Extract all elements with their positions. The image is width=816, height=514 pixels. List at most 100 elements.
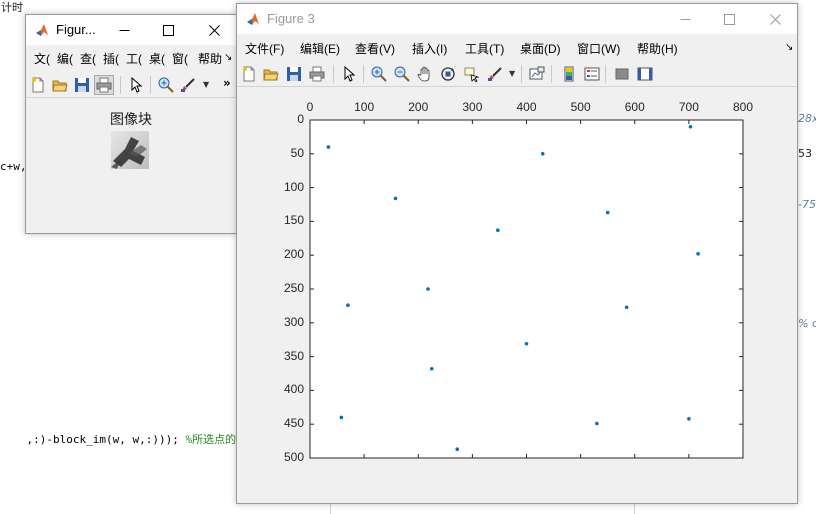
menu-dock-arrow[interactable]: ↘	[224, 52, 232, 63]
legend-button[interactable]	[582, 64, 602, 84]
colorbar-button[interactable]	[559, 64, 579, 84]
workspace-value: 28x3	[798, 112, 816, 125]
print-button[interactable]	[307, 64, 327, 84]
code-line[interactable]: ,:)-block_im(w, w,:))); %所选点的	[0, 418, 237, 460]
show-tools-icon	[637, 67, 653, 81]
menu-insert[interactable]: 插入(I)	[412, 40, 447, 57]
window-title: Figur...	[56, 22, 96, 37]
menu-edit[interactable]: 编辑(E)	[300, 40, 340, 57]
data-cursor-icon	[464, 67, 479, 82]
scatter-plot[interactable]	[237, 88, 797, 503]
y-tick-label: 0	[297, 112, 304, 126]
pointer-arrow-icon	[344, 66, 356, 82]
menu-window[interactable]: 窗(	[172, 50, 188, 67]
open-file-button[interactable]	[261, 64, 281, 84]
data-point	[455, 447, 460, 452]
brush-icon	[488, 67, 502, 81]
x-tick-label: 500	[570, 100, 591, 114]
data-point	[393, 196, 398, 201]
toolbar-separator	[521, 65, 522, 83]
brush-button[interactable]	[485, 64, 505, 84]
figure-3-window[interactable]: Figure 3 文件(F) 编辑(E) 查看(V) 插入(I) 工具(T) 桌…	[236, 3, 798, 504]
menu-help[interactable]: 帮助(H)	[637, 40, 678, 57]
code-comment: %所选点的	[185, 433, 237, 446]
hide-plot-tools-button[interactable]	[612, 64, 632, 84]
matlab-logo-icon	[247, 13, 259, 25]
menu-desktop[interactable]: 桌(	[149, 50, 165, 67]
x-tick-label: 800	[732, 100, 754, 114]
pan-button[interactable]	[415, 64, 435, 84]
pan-hand-icon	[417, 66, 430, 82]
hide-tools-icon	[615, 68, 629, 80]
zoom-in-icon	[371, 66, 387, 82]
show-plot-tools-button[interactable]	[635, 64, 655, 84]
x-tick-label: 100	[354, 100, 375, 114]
toolbar-separator	[333, 65, 334, 83]
menu-window[interactable]: 窗口(W)	[577, 40, 620, 57]
title-bar[interactable]: Figur...	[26, 15, 236, 45]
close-button[interactable]	[753, 4, 797, 34]
y-tick-label: 150	[283, 213, 304, 228]
title-bar[interactable]: Figure 3	[237, 4, 797, 34]
select-arrow-button[interactable]	[126, 75, 146, 95]
menu-dock-arrow[interactable]: ↘	[785, 42, 793, 53]
zoom-in-button[interactable]	[156, 75, 176, 95]
x-tick-label: 600	[624, 100, 645, 114]
new-figure-button[interactable]	[239, 64, 259, 84]
print-button[interactable]	[94, 75, 114, 95]
workspace-value: % do	[798, 317, 816, 330]
open-folder-icon	[52, 80, 68, 92]
select-arrow-button[interactable]	[339, 64, 359, 84]
editor-tab-label[interactable]: 计时	[0, 0, 23, 16]
y-tick-label: 250	[283, 281, 304, 295]
menu-file[interactable]: 文件(F)	[245, 40, 284, 57]
maximize-button[interactable]	[146, 15, 190, 45]
menu-bar: 文件(F) 编辑(E) 查看(V) 插入(I) 工具(T) 桌面(D) 窗口(W…	[237, 36, 797, 60]
axes-box	[309, 119, 744, 459]
data-point	[595, 421, 599, 426]
data-point	[687, 416, 691, 421]
save-button[interactable]	[72, 75, 92, 95]
data-point	[688, 124, 693, 129]
maximize-icon	[162, 24, 174, 36]
brush-dropdown-icon[interactable]: ▼	[509, 69, 515, 78]
brush-dropdown-icon[interactable]: ▼	[203, 80, 209, 89]
brush-button[interactable]	[178, 75, 198, 95]
menu-insert[interactable]: 插(	[103, 50, 119, 67]
y-tick-label: 100	[283, 179, 304, 194]
save-icon	[287, 67, 301, 81]
image-axes-title: 图像块	[110, 112, 152, 128]
data-point	[624, 305, 629, 310]
new-figure-button[interactable]	[28, 75, 48, 95]
data-point	[524, 341, 529, 346]
minimize-button[interactable]	[663, 4, 707, 34]
save-button[interactable]	[284, 64, 304, 84]
data-point	[346, 303, 350, 308]
minimize-button[interactable]	[102, 15, 146, 45]
data-cursor-button[interactable]	[461, 64, 481, 84]
menu-edit[interactable]: 编(	[57, 50, 73, 67]
link-plot-button[interactable]	[527, 64, 547, 84]
menu-tools[interactable]: 工(	[126, 50, 142, 67]
menu-view[interactable]: 查看(V)	[355, 40, 395, 57]
menu-file[interactable]: 文(	[34, 50, 50, 67]
close-button[interactable]	[192, 15, 236, 45]
open-file-button[interactable]	[50, 75, 70, 95]
zoom-out-button[interactable]	[392, 64, 412, 84]
menu-tools[interactable]: 工具(T)	[465, 40, 504, 57]
small-figure-window[interactable]: Figur... 文( 编( 查( 插( 工( 桌( 窗( 帮助 ↘ ▼ » 图…	[25, 14, 237, 234]
rotate-3d-button[interactable]	[438, 64, 458, 84]
legend-icon	[584, 67, 600, 81]
link-plot-icon	[529, 66, 545, 80]
toolbar-overflow-icon[interactable]: »	[223, 76, 231, 90]
code-line[interactable]: c+w,	[0, 160, 27, 173]
y-tick-label: 500	[283, 450, 304, 464]
maximize-button[interactable]	[707, 4, 751, 34]
brush-icon	[181, 78, 195, 92]
menu-help[interactable]: 帮助	[198, 50, 222, 67]
zoom-in-button[interactable]	[369, 64, 389, 84]
data-point	[496, 228, 500, 232]
menu-desktop[interactable]: 桌面(D)	[520, 40, 561, 57]
menu-view[interactable]: 查(	[80, 50, 96, 67]
open-folder-icon	[263, 69, 279, 81]
